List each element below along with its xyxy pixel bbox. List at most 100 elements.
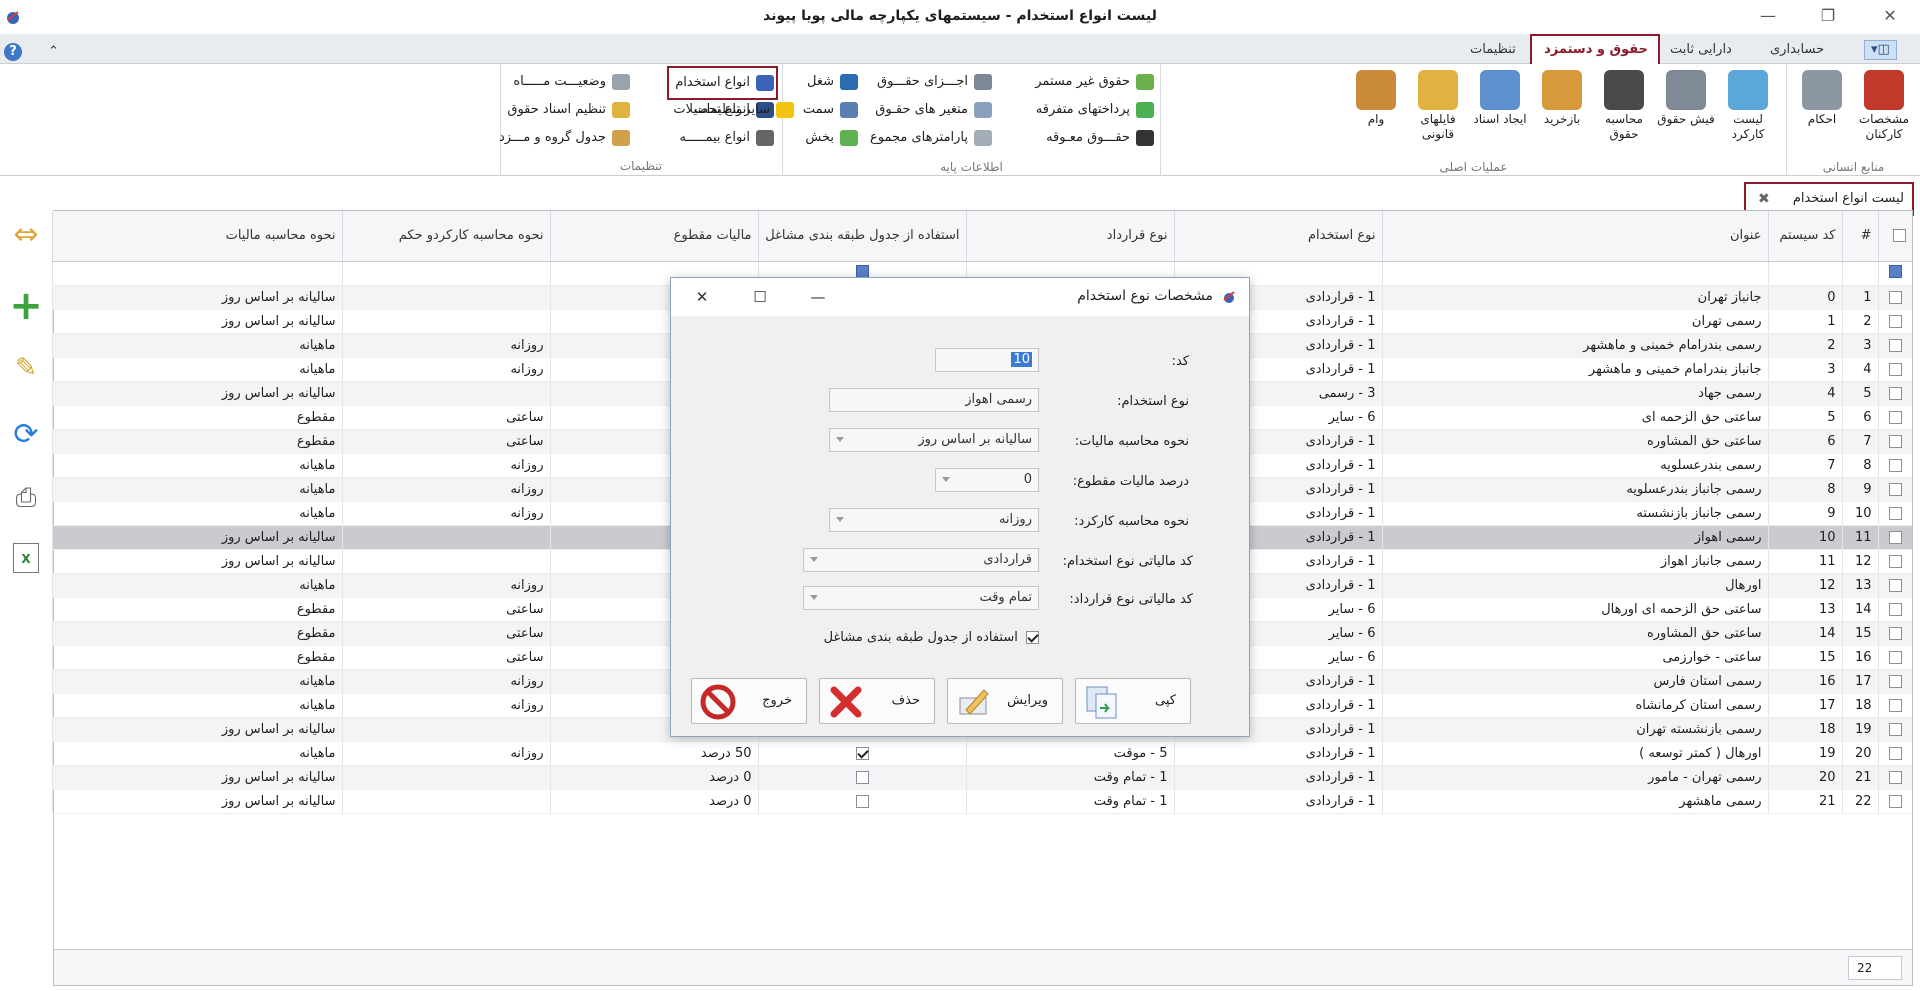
month-status-button[interactable]: وضعیـــت مـــــاه	[513, 70, 632, 94]
salary-doc-setup-button[interactable]: تنظیم اسناد حقوق	[507, 98, 632, 122]
work-calc-cell[interactable]: ساعتی	[341, 597, 550, 622]
payslip-button[interactable]: فیش حقوق	[1655, 68, 1717, 152]
dialog-minimize-button[interactable]: —	[795, 284, 841, 310]
work-calc-cell[interactable]	[341, 525, 550, 550]
filter-cell[interactable]	[51, 261, 342, 286]
work-calc-cell[interactable]: روزانه	[341, 741, 550, 766]
title-cell[interactable]: رسمی جهاد	[1381, 381, 1768, 406]
work-calc-cell[interactable]: روزانه	[341, 501, 550, 526]
position-button[interactable]: سمت	[803, 98, 860, 122]
title-cell[interactable]: ساعتی حق الزحمه ای اورهال	[1381, 597, 1768, 622]
classification-cell[interactable]	[757, 789, 966, 814]
minimize-button[interactable]: —	[1740, 0, 1796, 30]
col-work-calc[interactable]: نحوه محاسبه کارکردو حکم	[341, 211, 550, 262]
index-cell[interactable]: 22	[1841, 789, 1878, 814]
work-calc-cell[interactable]	[341, 309, 550, 334]
row-checkbox[interactable]	[1888, 674, 1902, 688]
tax-calc-cell[interactable]: ماهیانه	[51, 741, 342, 766]
system-code-cell[interactable]: 18	[1767, 717, 1842, 742]
system-code-cell[interactable]: 15	[1767, 645, 1842, 670]
work-calc-cell[interactable]: روزانه	[341, 693, 550, 718]
system-code-cell[interactable]: 11	[1767, 549, 1842, 574]
copy-button[interactable]: کپی	[1075, 678, 1191, 724]
row-checkbox[interactable]	[1888, 338, 1902, 352]
work-calc-cell[interactable]: ساعتی	[341, 645, 550, 670]
title-cell[interactable]: رسمی اهواز	[1381, 525, 1768, 550]
tab-fixed-assets[interactable]: دارایی ثابت	[1660, 38, 1742, 62]
layout-toggle-tab[interactable]: ◫▾	[1864, 40, 1897, 60]
insurance-types-button[interactable]: انواع بیمـــــه	[679, 126, 776, 150]
section-button[interactable]: بخش	[805, 126, 860, 150]
tax-calc-cell[interactable]: سالیانه بر اساس روز	[51, 381, 342, 406]
collapse-ribbon-button[interactable]: ⌃	[38, 40, 69, 64]
table-row[interactable]: 22 21 رسمی ماهشهر 1 - قراردادی 1 - تمام وقت 0…	[51, 789, 1912, 814]
title-cell[interactable]: جانباز بندرامام خمینی و ماهشهر	[1381, 357, 1768, 382]
tax-calc-select[interactable]: سالیانه بر اساس روز	[829, 428, 1039, 452]
help-button[interactable]: ?	[4, 40, 22, 64]
index-cell[interactable]: 5	[1841, 381, 1878, 406]
col-contract-type[interactable]: نوع قرارداد	[965, 211, 1174, 262]
work-calc-cell[interactable]: روزانه	[341, 333, 550, 358]
system-code-cell[interactable]: 16	[1767, 669, 1842, 694]
row-checkbox-cell[interactable]	[1877, 525, 1912, 550]
total-params-button[interactable]: پارامترهای مجموع	[870, 126, 994, 150]
employment-type-cell[interactable]: 1 - قراردادی	[1173, 789, 1382, 814]
work-calc-cell[interactable]	[341, 549, 550, 574]
misc-payments-button[interactable]: پرداختهای متفرقه	[1036, 98, 1156, 122]
system-code-cell[interactable]: 21	[1767, 789, 1842, 814]
title-cell[interactable]: ساعتی حق الزحمه ای	[1381, 405, 1768, 430]
row-checkbox-cell[interactable]	[1877, 693, 1912, 718]
row-checkbox[interactable]	[1888, 578, 1902, 592]
irregular-salary-button[interactable]: حقوق غیر مستمر	[1035, 70, 1156, 94]
calc-salary-button[interactable]: محاسبه حقوق	[1593, 68, 1655, 152]
restore-button[interactable]: ❐	[1800, 0, 1856, 30]
col-fixed-tax[interactable]: مالیات مقطوع	[549, 211, 758, 262]
index-cell[interactable]: 13	[1841, 573, 1878, 598]
row-checkbox[interactable]	[1888, 386, 1902, 400]
col-title[interactable]: عنوان	[1381, 211, 1768, 262]
title-cell[interactable]: رسمی ماهشهر	[1381, 789, 1768, 814]
row-checkbox-cell[interactable]	[1877, 669, 1912, 694]
tax-calc-cell[interactable]: سالیانه بر اساس روز	[51, 717, 342, 742]
tax-calc-cell[interactable]: ماهیانه	[51, 669, 342, 694]
system-code-cell[interactable]: 5	[1767, 405, 1842, 430]
rulings-button[interactable]: احکام	[1791, 68, 1853, 152]
delete-button[interactable]: حذف	[819, 678, 935, 724]
group-wage-table-button[interactable]: جدول گروه و مـــزد	[499, 126, 632, 150]
title-cell[interactable]: رسمی جانباز اهواز	[1381, 549, 1768, 574]
row-checkbox-cell[interactable]	[1877, 789, 1912, 814]
row-checkbox[interactable]	[1888, 722, 1902, 736]
col-tax-calc[interactable]: نحوه محاسبه مالیات	[51, 211, 342, 262]
classification-cell[interactable]	[757, 741, 966, 766]
work-calc-cell[interactable]: ساعتی	[341, 405, 550, 430]
tax-calc-cell[interactable]: مقطوع	[51, 405, 342, 430]
index-cell[interactable]: 10	[1841, 501, 1878, 526]
filter-cell[interactable]	[341, 261, 550, 286]
salary-vars-button[interactable]: متغیر های حقـوق	[875, 98, 994, 122]
system-code-cell[interactable]: 6	[1767, 429, 1842, 454]
loan-button[interactable]: وام	[1345, 68, 1407, 152]
fixed-tax-cell[interactable]: 0 درصد	[549, 765, 758, 790]
system-code-cell[interactable]: 20	[1767, 765, 1842, 790]
system-code-cell[interactable]: 1	[1767, 309, 1842, 334]
system-code-cell[interactable]: 7	[1767, 453, 1842, 478]
row-checkbox[interactable]	[1888, 362, 1902, 376]
row-checkbox[interactable]	[1888, 602, 1902, 616]
contract-type-cell[interactable]: 1 - تمام وقت	[965, 765, 1174, 790]
row-checkbox-cell[interactable]	[1877, 357, 1912, 382]
employment-type-input[interactable]: رسمی اهواز	[829, 388, 1039, 412]
print-button[interactable]: ⎙	[6, 478, 46, 518]
title-cell[interactable]: رسمی بازنشسته تهران	[1381, 717, 1768, 742]
title-cell[interactable]: رسمی جانباز بازنشسته	[1381, 501, 1768, 526]
tax-calc-cell[interactable]: ماهیانه	[51, 453, 342, 478]
row-checkbox[interactable]	[1888, 554, 1902, 568]
title-cell[interactable]: اورهال ( کمتر توسعه )	[1381, 741, 1768, 766]
filter-cell[interactable]	[1767, 261, 1842, 286]
title-cell[interactable]: اورهال	[1381, 573, 1768, 598]
exit-button[interactable]: خروج	[691, 678, 807, 724]
index-cell[interactable]: 3	[1841, 333, 1878, 358]
title-cell[interactable]: رسمی استان فارس	[1381, 669, 1768, 694]
row-checkbox-cell[interactable]	[1877, 765, 1912, 790]
code-input[interactable]: 10	[935, 348, 1039, 372]
tax-calc-cell[interactable]: ماهیانه	[51, 693, 342, 718]
